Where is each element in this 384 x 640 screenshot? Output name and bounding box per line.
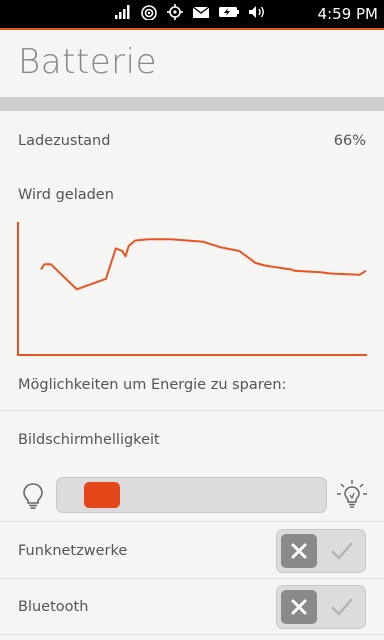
bluetooth-label: Bluetooth [18, 599, 89, 615]
brightness-label: Bildschirmhelligkeit [18, 432, 160, 448]
chart-series-line [40, 238, 367, 291]
bulb-dim-icon [23, 483, 43, 509]
charging-label: Wird geladen [18, 187, 114, 203]
bulb-bright-icon [337, 480, 367, 508]
page-title: Batterie [18, 42, 158, 82]
bluetooth-toggle[interactable] [276, 585, 366, 629]
status-accent-line [0, 28, 384, 30]
status-icons [114, 4, 266, 20]
divider [0, 521, 384, 522]
divider [0, 410, 384, 411]
charge-level-label: Ladezustand [18, 133, 111, 149]
toggle-knob [281, 534, 317, 568]
header-divider [0, 97, 384, 111]
wireless-networks-label: Funknetzwerke [18, 543, 128, 559]
close-icon [291, 543, 307, 559]
check-icon [331, 542, 353, 560]
battery-icon [218, 4, 240, 20]
signal-icon [114, 4, 132, 20]
mail-icon [192, 4, 210, 20]
status-bar: 4:59 PM [0, 0, 384, 28]
close-icon [291, 599, 307, 615]
wifi-icon [140, 4, 158, 20]
charge-level-value: 66% [333, 133, 366, 149]
volume-icon [248, 4, 266, 20]
brightness-slider-thumb[interactable] [83, 482, 120, 508]
energy-saving-heading: Möglichkeiten um Energie zu sparen: [18, 377, 287, 393]
location-icon [166, 4, 184, 20]
wireless-networks-toggle[interactable] [276, 529, 366, 573]
charge-history-chart [17, 222, 367, 356]
divider [0, 578, 384, 579]
status-time: 4:59 PM [317, 5, 378, 23]
divider [0, 634, 384, 635]
check-icon [331, 598, 353, 616]
toggle-knob [281, 590, 317, 624]
brightness-slider[interactable] [56, 477, 327, 513]
